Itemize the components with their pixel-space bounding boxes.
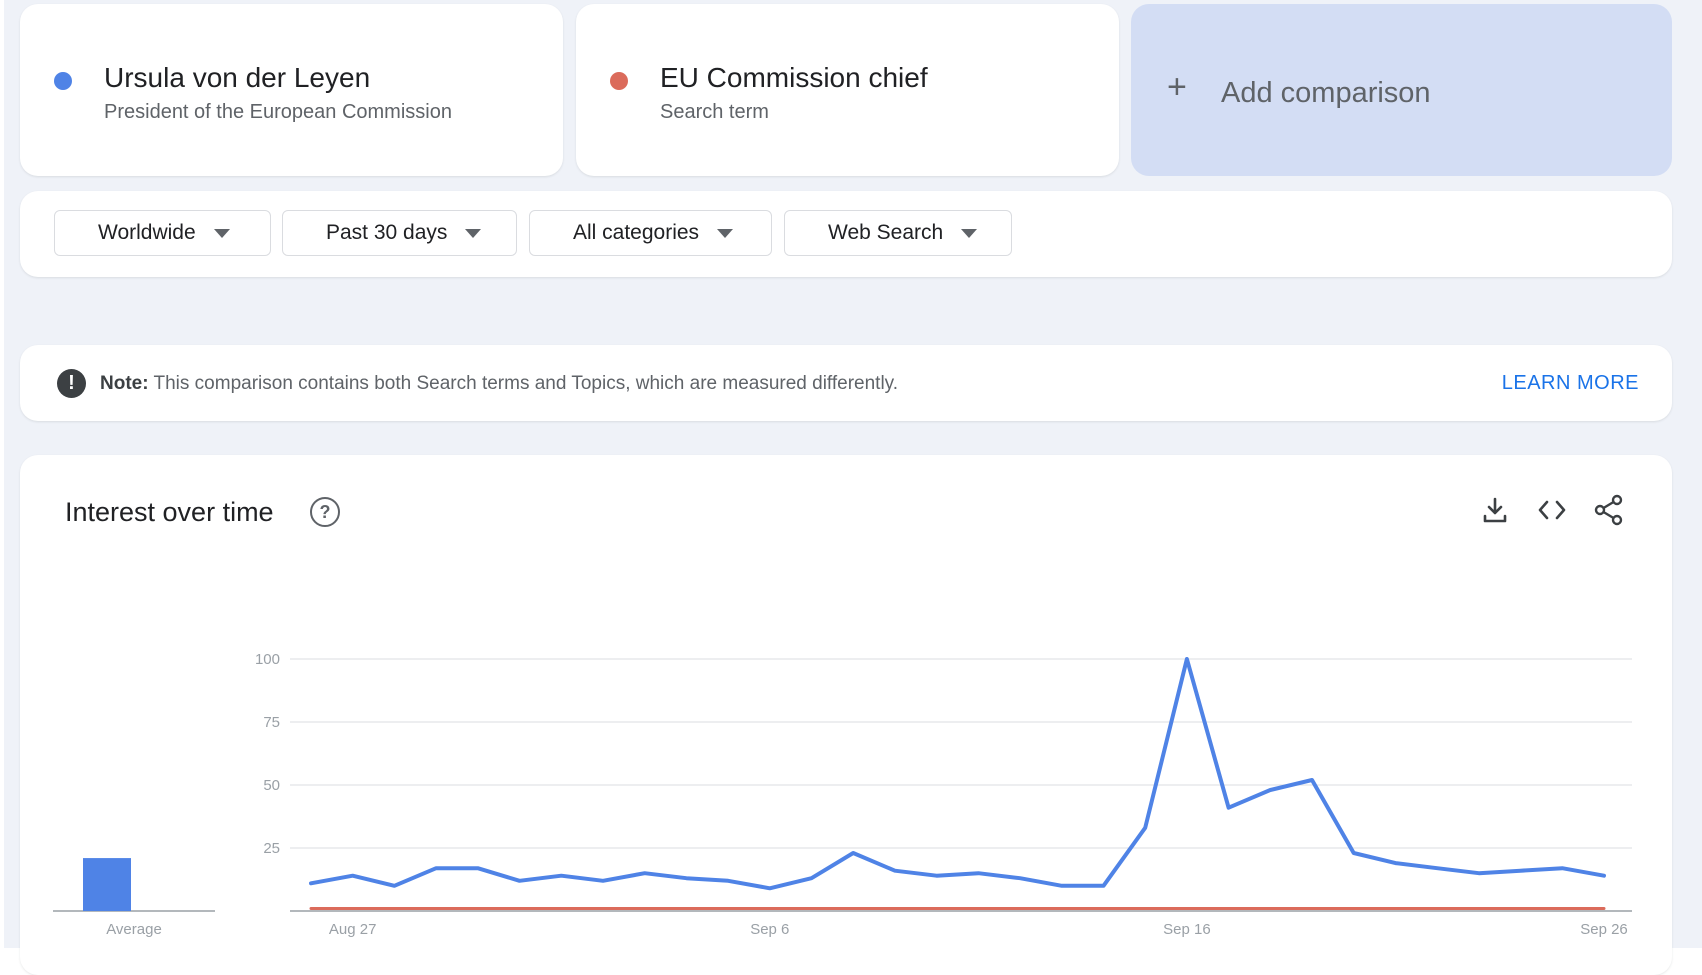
average-label: Average xyxy=(106,921,162,938)
y-tick-label: 100 xyxy=(255,651,280,668)
caret-down-icon xyxy=(213,228,230,238)
filter-time-range[interactable]: Past 30 days xyxy=(282,210,517,256)
term-card-ursula[interactable]: Ursula von der Leyen President of the Eu… xyxy=(20,4,563,176)
plus-icon: + xyxy=(1167,68,1187,106)
x-tick-label: Sep 16 xyxy=(1163,921,1211,938)
add-comparison-button[interactable]: + Add comparison xyxy=(1131,4,1672,176)
note-bold: Note: xyxy=(100,373,149,394)
x-tick-label: Sep 6 xyxy=(750,921,789,938)
filter-bar: Worldwide Past 30 days All categories We… xyxy=(20,191,1672,277)
series-line xyxy=(309,657,1606,891)
note-text: Note: This comparison contains both Sear… xyxy=(100,373,898,395)
x-tick-label: Sep 26 xyxy=(1580,921,1628,938)
filter-label: All categories xyxy=(573,221,700,244)
term-color-dot xyxy=(54,72,72,90)
x-tick-label: Aug 27 xyxy=(329,921,377,938)
y-tick-label: 50 xyxy=(263,777,280,794)
filter-label: Web Search xyxy=(828,221,944,244)
note-banner: ! Note: This comparison contains both Se… xyxy=(20,345,1672,421)
caret-down-icon xyxy=(465,228,482,238)
caret-down-icon xyxy=(717,228,734,238)
y-tick-label: 75 xyxy=(263,714,280,731)
filter-category[interactable]: All categories xyxy=(529,210,772,256)
term-name: Ursula von der Leyen xyxy=(104,62,371,93)
filter-label: Past 30 days xyxy=(326,221,448,244)
add-comparison-label: Add comparison xyxy=(1221,77,1431,109)
term-subtitle: Search term xyxy=(660,101,769,123)
note-body: This comparison contains both Search ter… xyxy=(148,373,899,394)
term-name: EU Commission chief xyxy=(660,62,928,93)
term-subtitle: President of the European Commission xyxy=(104,101,452,123)
term-color-dot xyxy=(610,72,628,90)
interest-over-time-panel: Interest over time ? 100 75 50 25 Average Aug… xyxy=(20,455,1672,975)
filter-label: Worldwide xyxy=(98,221,196,244)
term-card-eu-commission-chief[interactable]: EU Commission chief Search term xyxy=(576,4,1119,176)
caret-down-icon xyxy=(961,228,978,238)
y-tick-label: 25 xyxy=(263,840,280,857)
learn-more-link[interactable]: LEARN MORE xyxy=(1502,372,1639,395)
filter-search-type[interactable]: Web Search xyxy=(784,210,1012,256)
exclamation-icon: ! xyxy=(57,369,86,398)
average-bar xyxy=(83,858,131,911)
filter-region[interactable]: Worldwide xyxy=(54,210,271,256)
interest-chart: 100 75 50 25 Average Aug 27 Sep 6 Sep 16 Sep 26 xyxy=(53,651,1632,938)
